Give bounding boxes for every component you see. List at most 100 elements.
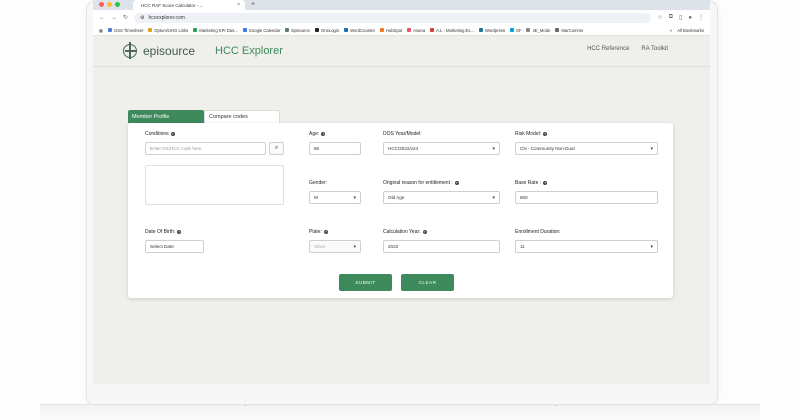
bookmark-item[interactable]: 4E_Mode — [526, 28, 550, 33]
calc-year-label: Calculation Year:? — [383, 229, 427, 235]
bookmark-favicon-icon — [526, 28, 531, 32]
bookmark-item[interactable]: WordCounter — [344, 28, 375, 33]
age-value: 65 — [314, 146, 320, 151]
bookmark-label: SF — [516, 27, 522, 33]
bookmark-label: 4E_Mode — [532, 27, 551, 33]
base-rate-input[interactable]: 800 — [515, 191, 658, 204]
profile-avatar[interactable]: ● — [688, 15, 692, 21]
plate-value: Silver — [314, 244, 326, 249]
enrollment-select[interactable]: 11 ▾ — [515, 240, 658, 253]
tab-close-icon[interactable]: × — [237, 2, 240, 8]
help-icon[interactable]: ? — [454, 180, 459, 185]
bookmark-label: Episource — [291, 27, 310, 33]
help-icon[interactable]: ? — [323, 229, 328, 234]
back-icon[interactable]: ← — [99, 15, 105, 21]
conditions-placeholder: Enter DX/HCC code here — [150, 146, 202, 151]
base-rate-value: 800 — [520, 195, 528, 200]
reason-label-text: Original reason for entitlement : — [383, 180, 453, 186]
bookmark-item[interactable]: Marketing KPI Das... — [193, 28, 238, 33]
plate-select[interactable]: Silver ▾ — [309, 240, 361, 253]
calc-year-input[interactable]: 2022 — [383, 240, 500, 253]
gender-select[interactable]: M ▾ — [309, 191, 361, 204]
reload-icon[interactable]: ↻ — [123, 14, 128, 21]
search-button[interactable]: ⌕ — [269, 142, 284, 155]
bookmark-item[interactable]: A.L - Marketing Ex... — [430, 28, 474, 33]
base-rate-label: Base Rate :? — [515, 180, 548, 186]
browser-window: HCC RAF Score Calculator - ... × + ← → ↻… — [93, 0, 710, 384]
age-input[interactable]: 65 — [309, 142, 361, 155]
help-icon[interactable]: ? — [170, 131, 175, 136]
bookmarks-bar: ▦ GSS Timesheet Optum/UHG Links Marketing … — [93, 25, 710, 36]
nav-ra-toolkit[interactable]: RA Toolkit — [641, 46, 668, 52]
help-icon[interactable]: ? — [422, 229, 427, 234]
help-icon[interactable]: ? — [177, 229, 182, 234]
bookmark-label: A.L - Marketing Ex... — [436, 27, 474, 33]
minimize-window-icon[interactable] — [107, 2, 112, 7]
bookmark-item[interactable]: Episource — [285, 28, 310, 33]
bookmark-item[interactable]: MarComms — [555, 28, 583, 33]
conditions-input[interactable]: Enter DX/HCC code here — [145, 142, 266, 155]
browser-tab-title: HCC RAF Score Calculator - ... — [141, 2, 204, 8]
app-title: HCC Explorer — [215, 45, 283, 57]
age-label: Age:? — [309, 131, 326, 137]
help-icon[interactable]: ? — [543, 180, 548, 185]
search-icon: ⌕ — [274, 145, 279, 151]
gender-label: Gender: — [309, 180, 328, 186]
bookmark-favicon-icon — [242, 28, 247, 32]
forward-icon[interactable]: → — [111, 15, 117, 21]
close-window-icon[interactable] — [99, 2, 104, 7]
help-icon[interactable]: ? — [543, 131, 548, 136]
url-field[interactable]: ⚙ hccexplorer.com — [134, 12, 652, 23]
tab-compare-codes[interactable]: Compare codes — [204, 110, 280, 123]
risk-value: CN - Community Non-Dual — [520, 146, 575, 151]
all-bookmarks-folder[interactable]: All Bookmarks — [677, 28, 704, 33]
bookmark-label: Wordpress — [484, 27, 506, 33]
maximize-window-icon[interactable] — [115, 2, 120, 7]
bookmark-item[interactable]: Optum/UHG Links — [148, 28, 188, 33]
bookmark-item[interactable]: Wordpress — [478, 27, 506, 33]
apps-icon[interactable]: ▦ — [99, 28, 103, 33]
episource-logo-icon[interactable] — [123, 42, 137, 59]
sidepanel-icon[interactable]: ▯ — [679, 14, 682, 21]
bookmark-favicon-icon — [478, 28, 483, 32]
bookmark-label: MarComms — [561, 27, 584, 33]
enrollment-value: 11 — [520, 244, 525, 249]
browser-tab[interactable]: HCC RAF Score Calculator - ... × — [133, 0, 245, 10]
dos-value: HCC/2022/v24 — [388, 146, 419, 151]
bookmark-favicon-icon — [407, 28, 412, 32]
chevron-down-icon: ▾ — [492, 195, 495, 201]
bookmark-favicon-icon — [510, 28, 515, 32]
menu-icon[interactable]: ⋮ — [698, 14, 704, 21]
clear-button[interactable]: CLEAR — [401, 274, 454, 291]
reason-value: Old Age — [388, 195, 405, 200]
gender-value: M — [314, 195, 318, 200]
bookmark-label: Asana — [413, 27, 426, 33]
tab-member-profile[interactable]: Member Profile — [128, 110, 204, 123]
base-mark-icon: ˇ — [555, 404, 558, 413]
dob-input[interactable]: Select Date — [145, 240, 204, 253]
reason-select[interactable]: Old Age ▾ — [383, 191, 500, 204]
more-bookmarks-icon[interactable]: » — [670, 28, 672, 33]
nav-hcc-reference[interactable]: HCC Reference — [587, 46, 629, 52]
bookmark-item[interactable]: OneLogin — [314, 28, 339, 33]
bookmark-item[interactable]: SF — [510, 28, 521, 33]
brand-name[interactable]: episource — [143, 44, 195, 58]
submit-button[interactable]: SUBMIT — [339, 274, 392, 291]
dos-select[interactable]: HCC/2022/v24 ▾ — [383, 142, 500, 155]
bookmark-favicon-icon — [430, 28, 435, 32]
extensions-icon[interactable]: ⧉ — [669, 14, 673, 21]
site-info-icon[interactable]: ⚙ — [140, 15, 144, 21]
risk-model-select[interactable]: CN - Community Non-Dual ▾ — [515, 142, 658, 155]
bookmark-favicon-icon — [107, 28, 112, 32]
new-tab-button[interactable]: + — [251, 0, 255, 10]
reason-label: Original reason for entitlement :? — [383, 180, 459, 186]
chevron-down-icon: ▾ — [353, 244, 356, 250]
bookmark-item[interactable]: GSS Timesheet — [107, 28, 143, 33]
bookmark-item[interactable]: Google Calendar — [242, 28, 280, 33]
bookmark-item[interactable]: HubSpot — [379, 28, 402, 33]
help-icon[interactable]: ? — [321, 131, 326, 136]
bookmark-item[interactable]: Asana — [407, 28, 425, 33]
bookmark-favicon-icon — [285, 28, 290, 32]
conditions-list[interactable] — [145, 165, 284, 205]
bookmark-star-icon[interactable]: ☆ — [657, 14, 662, 21]
